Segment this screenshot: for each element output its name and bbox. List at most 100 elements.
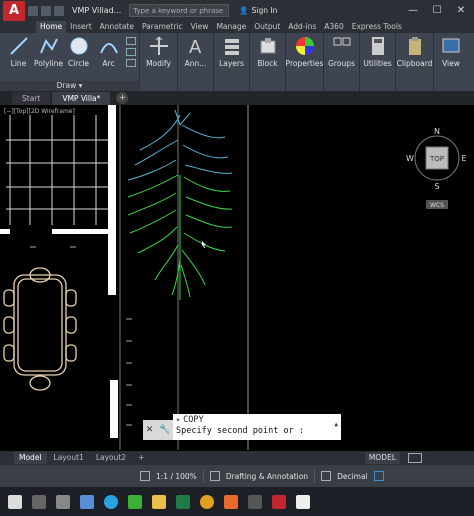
sign-in-button[interactable]: 👤 Sign In (239, 6, 277, 15)
title-bar: A VMP Villad... Type a keyword or phrase… (0, 0, 474, 21)
add-layout-button[interactable]: + (133, 452, 149, 464)
command-history-toggle-icon[interactable]: ▲ (334, 419, 338, 430)
close-command-icon[interactable]: ✕ (146, 425, 154, 435)
autocad-active-icon[interactable] (272, 494, 286, 509)
save-icon[interactable] (54, 5, 64, 16)
ribbon-tabs: Home Insert Annotate Parametric View Man… (0, 21, 474, 33)
file-explorer-icon[interactable] (152, 494, 166, 509)
modify-button[interactable]: Modify (144, 35, 174, 68)
open-file-icon[interactable] (41, 5, 51, 16)
viewcube-top-label[interactable]: TOP (429, 155, 444, 163)
line-label: Line (10, 59, 27, 68)
application-menu-button[interactable]: A (3, 0, 25, 21)
command-prompt: Specify second point or : (176, 426, 304, 436)
wechat-icon[interactable] (128, 494, 142, 509)
customize-icon[interactable] (373, 471, 384, 481)
block-label: Block (257, 59, 278, 68)
tab-add-ins[interactable]: Add-ins (284, 21, 320, 33)
circle-label: Circle (67, 59, 90, 68)
annotation-button[interactable]: A Ann... (181, 35, 211, 68)
maximize-button[interactable]: ☐ (428, 5, 446, 16)
groups-button[interactable]: Groups (327, 35, 357, 68)
start-icon[interactable] (8, 494, 22, 509)
command-icon: ▸ (176, 415, 182, 425)
layers-button[interactable]: Layers (217, 35, 247, 68)
close-button[interactable]: ✕ (452, 5, 470, 16)
command-input[interactable]: ▸ COPY Specify second point or : ▲ (173, 414, 341, 440)
tab-express-tools[interactable]: Express Tools (348, 21, 406, 33)
polyline-button[interactable]: Polyline (34, 35, 64, 68)
clipboard-panel: Clipboard (396, 33, 434, 91)
status-divider (314, 469, 316, 483)
region-icon[interactable] (125, 59, 136, 67)
tab-layout2[interactable]: Layout2 (91, 452, 131, 464)
tab-a360[interactable]: A360 (320, 21, 347, 33)
clipboard-label: Clipboard (396, 59, 433, 68)
compass-north[interactable]: N (434, 127, 440, 136)
tab-drawing[interactable]: VMP Villa* (52, 92, 111, 105)
tab-model[interactable]: Model (14, 452, 47, 464)
utilities-button[interactable]: Utilities (363, 35, 393, 68)
units-icon[interactable] (321, 471, 332, 481)
rectangle-icon[interactable] (125, 37, 136, 45)
view-panel: View (434, 33, 468, 91)
tab-insert[interactable]: Insert (66, 21, 96, 33)
excel-icon[interactable] (176, 494, 190, 509)
clipboard-button[interactable]: Clipboard (396, 35, 433, 68)
new-tab-button[interactable]: + (116, 92, 129, 104)
workspace-switch[interactable]: Drafting & Annotation (226, 472, 308, 481)
draw-panel-label[interactable]: Draw ▾ (0, 81, 139, 91)
wcs-label[interactable]: WCS (430, 202, 444, 209)
scale-readout[interactable]: 1:1 / 100% (156, 472, 197, 481)
tab-parametric[interactable]: Parametric (138, 21, 187, 33)
compass-east[interactable]: E (461, 154, 466, 163)
command-line-handle[interactable]: ✕ 🔧 (143, 420, 173, 440)
drawing-area[interactable]: [−][Top][2D Wireframe] TOP N S E W WCS (0, 105, 474, 450)
tab-start[interactable]: Start (12, 92, 51, 105)
compass-west[interactable]: W (406, 154, 414, 163)
drawing-geometry: TOP N S E W WCS (0, 105, 467, 450)
workspace-icon[interactable] (209, 471, 220, 481)
line-button[interactable]: Line (4, 35, 34, 68)
units-readout[interactable]: Decimal (337, 472, 368, 481)
grid-toggle-icon[interactable] (408, 453, 422, 463)
tab-view[interactable]: View (187, 21, 213, 33)
chrome-icon[interactable] (200, 494, 214, 509)
tab-annotate[interactable]: Annotate (96, 21, 138, 33)
ribbon-panel: Line Polyline Circle Arc Draw ▾ Modify A… (0, 33, 474, 91)
tab-home[interactable]: Home (36, 21, 67, 33)
telegram-icon[interactable] (104, 494, 118, 509)
command-history: ▸ COPY (176, 415, 338, 426)
wall-stub (0, 229, 10, 234)
file-tabs: Start VMP Villa* + (0, 91, 474, 105)
tab-manage[interactable]: Manage (212, 21, 250, 33)
groups-panel: Groups (324, 33, 360, 91)
tab-layout1[interactable]: Layout1 (49, 452, 89, 464)
tab-output[interactable]: Output (250, 21, 284, 33)
block-icon (260, 38, 275, 54)
new-file-icon[interactable] (28, 5, 38, 16)
layers-panel: Layers (214, 33, 250, 91)
arc-button[interactable]: Arc (94, 35, 124, 68)
capcut-icon[interactable] (296, 494, 310, 509)
annotation-scale-icon[interactable] (140, 471, 150, 481)
line-icon (9, 37, 28, 55)
properties-button[interactable]: Properties (286, 35, 323, 68)
search-icon[interactable] (32, 494, 46, 509)
draw-extra-tools (125, 37, 136, 67)
autocad-taskbar-icon[interactable] (80, 494, 94, 509)
task-view-icon[interactable] (56, 494, 70, 509)
search-input[interactable]: Type a keyword or phrase (129, 4, 230, 17)
settings-icon[interactable]: 🔧 (159, 425, 170, 435)
minimize-button[interactable]: — (404, 5, 422, 16)
app-icon[interactable] (248, 494, 262, 509)
view-button[interactable]: View (436, 35, 466, 68)
circle-button[interactable]: Circle (64, 35, 94, 68)
windows-taskbar (0, 487, 474, 516)
brave-icon[interactable] (224, 494, 238, 509)
model-space-button[interactable]: MODEL (364, 452, 400, 464)
compass-south[interactable]: S (434, 182, 439, 191)
block-button[interactable]: Block (253, 35, 283, 68)
hatch-icon[interactable] (125, 48, 136, 56)
sign-in-label: Sign In (251, 6, 278, 15)
